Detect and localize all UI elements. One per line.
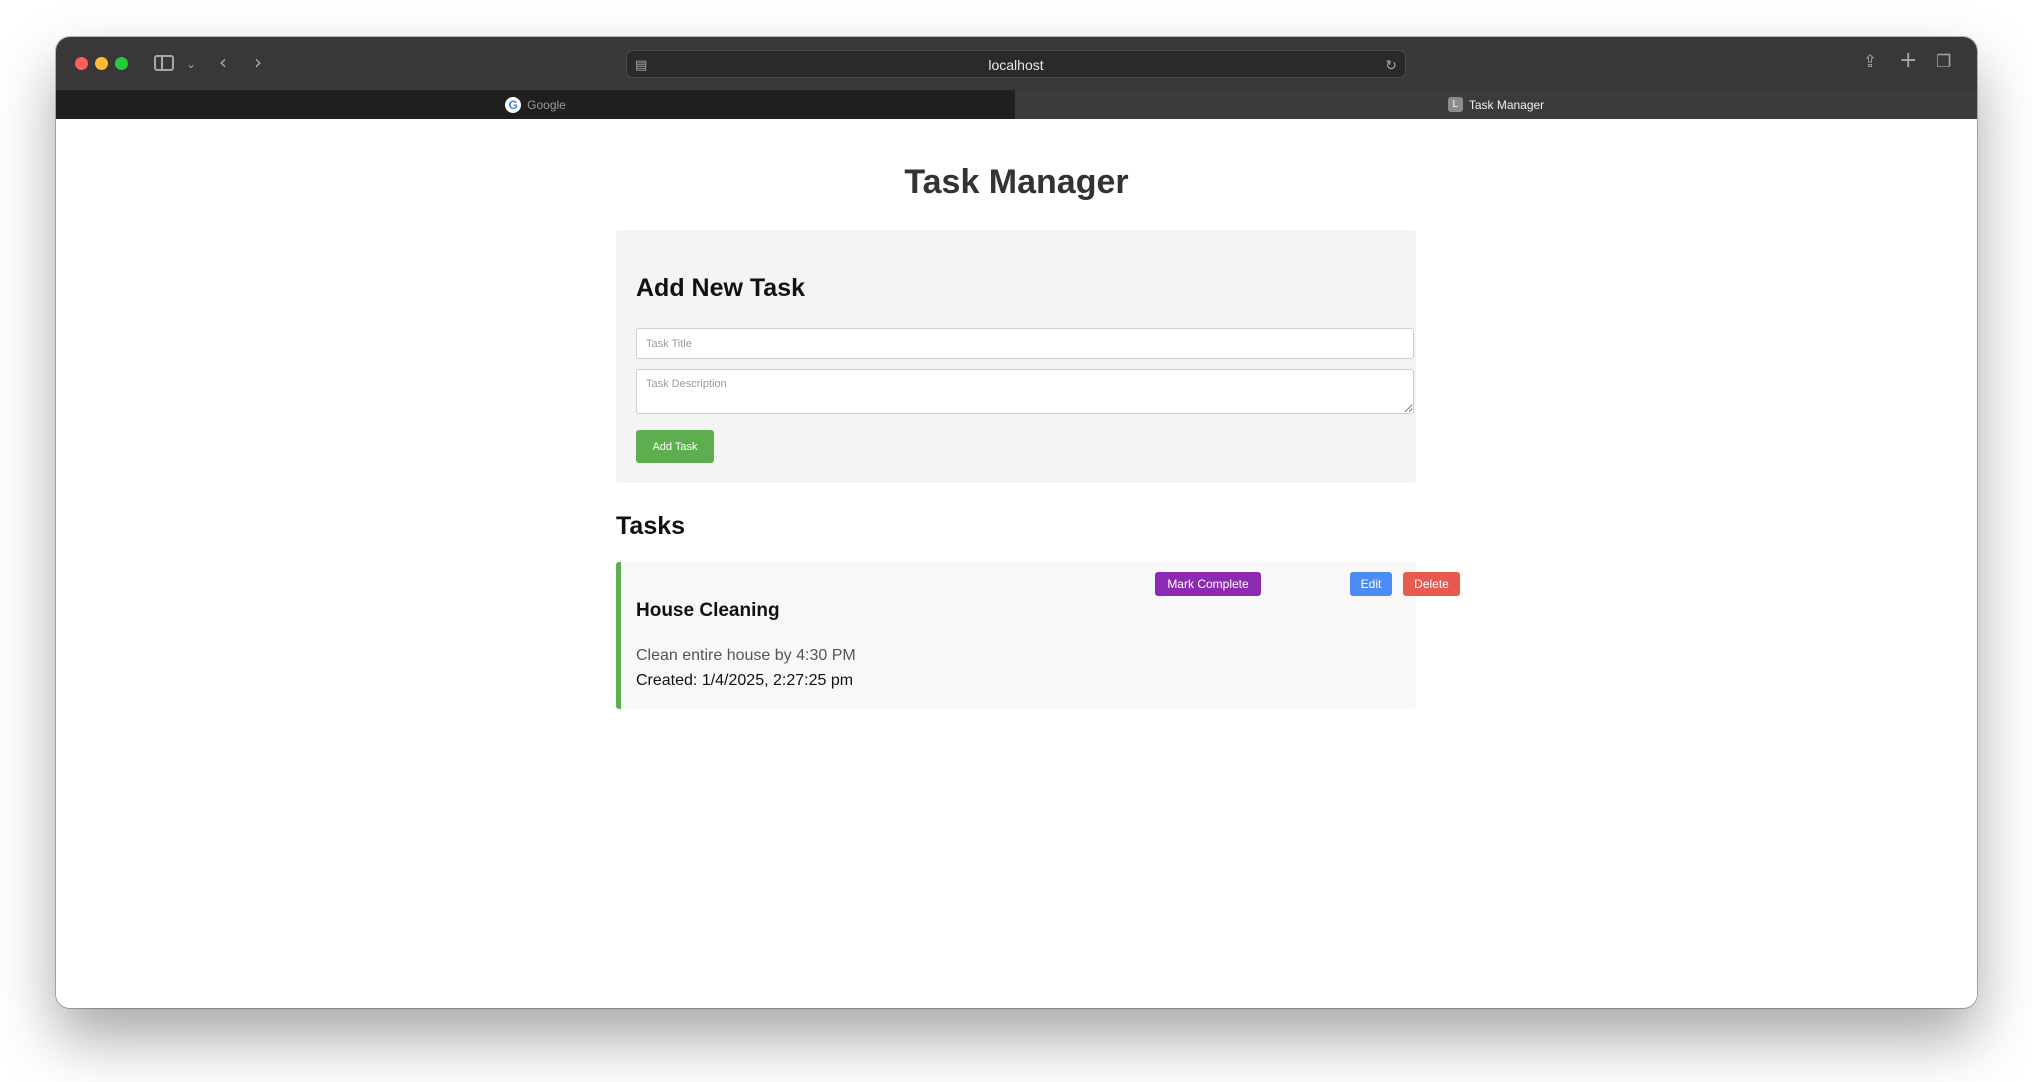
task-created-timestamp: Created: 1/4/2025, 2:27:25 pm: [636, 672, 854, 689]
task-actions: Mark Complete Edit Delete: [616, 562, 1476, 602]
delete-button[interactable]: Delete: [1403, 572, 1460, 596]
tasks-heading: Tasks: [616, 512, 686, 540]
tab-label: Google: [527, 97, 566, 112]
address-url: localhost: [988, 57, 1044, 73]
google-favicon-icon: G: [505, 96, 522, 113]
back-arrow-icon[interactable]: ‹: [219, 52, 227, 72]
zoom-window-button[interactable]: [115, 57, 128, 70]
page-content: Task Manager Add New Task Add Task Tasks…: [56, 119, 1977, 1008]
task-title-input[interactable]: [636, 328, 1414, 359]
tab-google[interactable]: G Google: [56, 90, 1015, 119]
task-description-input[interactable]: [636, 369, 1414, 414]
task-manager-favicon-icon: L: [1447, 97, 1463, 112]
add-task-form: Add New Task Add Task: [616, 230, 1416, 483]
share-icon[interactable]: ⇪: [1863, 52, 1877, 72]
address-bar[interactable]: ▤ localhost ↻: [626, 50, 1406, 78]
edit-button[interactable]: Edit: [1350, 572, 1392, 596]
minimize-window-button[interactable]: [95, 57, 108, 70]
form-heading: Add New Task: [636, 274, 806, 302]
task-description: Clean entire house by 4:30 PM: [636, 647, 856, 664]
task-item: Mark Complete Edit Delete House Cleaning…: [616, 562, 1460, 709]
task-title: House Cleaning: [636, 600, 780, 621]
tab-label: Task Manager: [1468, 97, 1545, 112]
forward-arrow-icon[interactable]: ›: [254, 52, 262, 72]
browser-toolbar: ⌄ ‹ › ▤ localhost ↻ ⇪ + ❐: [56, 37, 1977, 90]
close-window-button[interactable]: [75, 57, 88, 70]
tab-overview-icon[interactable]: ❐: [1936, 52, 1951, 72]
chevron-down-icon[interactable]: ⌄: [186, 54, 196, 74]
reload-icon[interactable]: ↻: [1385, 56, 1397, 76]
page-title: Task Manager: [904, 163, 1129, 201]
sidebar-toggle-icon[interactable]: [154, 55, 174, 71]
tab-bar: G Google L Task Manager: [56, 90, 1977, 119]
tab-task-manager[interactable]: L Task Manager: [1015, 90, 1977, 119]
new-tab-icon[interactable]: +: [1899, 50, 1917, 72]
mark-complete-button[interactable]: Mark Complete: [1155, 572, 1261, 596]
browser-window: ⌄ ‹ › ▤ localhost ↻ ⇪ + ❐ G Google L Tas…: [56, 37, 1977, 1008]
add-task-button[interactable]: Add Task: [636, 430, 714, 463]
